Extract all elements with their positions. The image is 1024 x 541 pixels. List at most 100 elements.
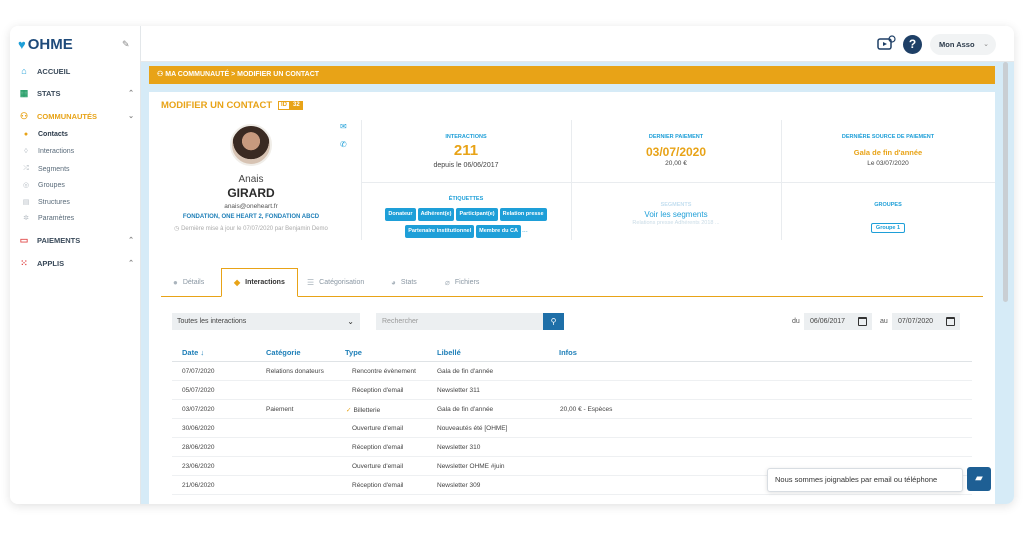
tab-label: Stats xyxy=(400,279,417,286)
tab-details[interactable]: ● Détails xyxy=(161,268,216,297)
sidebar-sub-label: Segments xyxy=(38,165,70,173)
cell-date: 28/06/2020 xyxy=(182,444,215,451)
id-badge: ID 32 xyxy=(278,101,303,110)
cell-date: 23/06/2020 xyxy=(182,463,215,470)
chat-button[interactable]: ▰ xyxy=(967,467,991,491)
chevron-down-icon: ⌄ xyxy=(128,113,134,120)
tags-more[interactable]: ... xyxy=(522,227,528,234)
chevron-down-icon: ⌄ xyxy=(983,41,989,48)
tags-list: Donateur Adhérent(e) Participant(e) Relatio… xyxy=(365,205,567,239)
cell-date: 21/06/2020 xyxy=(182,482,215,489)
account-menu[interactable]: Mon Asso ⌄ xyxy=(930,34,996,55)
table-row[interactable]: 03/07/2020 Paiement ✓ Billetterie Gala de… xyxy=(172,400,972,419)
contact-email: anais@oneheart.fr xyxy=(224,203,278,210)
card-icon: ▭ xyxy=(19,235,29,245)
sidebar-item-applis[interactable]: ⁙ APPLIS ⌃ xyxy=(18,258,134,268)
scrollbar[interactable] xyxy=(1003,62,1008,302)
cell-date: 03/07/2020 xyxy=(182,406,215,413)
sidebar: ♥ OHME ✎ ⌂ ACCUEIL ▦ STATS ⌃ ⚇ COMMUNAUTÉS ⌄ ●… xyxy=(10,26,141,504)
interaction-type-select[interactable]: Toutes les interactions ⌄ xyxy=(172,313,360,330)
group-tag[interactable]: Groupe 1 xyxy=(870,223,906,233)
tag[interactable]: Adhérent(e) xyxy=(417,208,455,221)
sidebar-item-communautes[interactable]: ⚇ COMMUNAUTÉS ⌄ xyxy=(18,111,134,121)
search-button[interactable]: ⚲ xyxy=(543,313,564,330)
calendar-icon[interactable] xyxy=(858,317,867,326)
sidebar-sub-structures[interactable]: ▤ Structures xyxy=(22,198,70,207)
cell-type: Réception d'email xyxy=(352,387,404,394)
tab-label: Détails xyxy=(182,279,205,286)
sidebar-item-label: STATS xyxy=(37,88,61,98)
cell-type-text: Billetterie xyxy=(353,407,381,414)
search-input[interactable]: Rechercher xyxy=(376,313,543,330)
tag[interactable]: Membre du CA xyxy=(476,225,521,238)
video-help-icon[interactable] xyxy=(876,34,896,54)
tag[interactable]: Partenaire institutionnel xyxy=(405,225,475,238)
breadcrumb-text: MA COMMUNAUTÉ > MODIFIER UN CONTACT xyxy=(165,71,320,78)
id-label: ID xyxy=(278,101,290,110)
chevron-up-icon: ⌃ xyxy=(128,260,134,267)
date-from-field[interactable]: 06/06/2017 xyxy=(804,313,872,330)
contact-orgs[interactable]: FONDATION, ONE HEART 2, FONDATION ABCD xyxy=(149,214,353,220)
account-name: Mon Asso xyxy=(939,40,975,49)
help-button[interactable]: ? xyxy=(903,35,922,54)
sidebar-item-stats[interactable]: ▦ STATS ⌃ xyxy=(18,88,134,98)
mail-icon[interactable]: ✉ xyxy=(340,122,350,132)
see-segments-link[interactable]: Voir les segments xyxy=(571,210,781,219)
page-title: MODIFIER UN CONTACT xyxy=(161,100,273,111)
sidebar-sub-interactions[interactable]: ◊ Interactions xyxy=(22,148,74,155)
table-row[interactable]: 30/06/2020 Ouverture d'email Nouveautés … xyxy=(172,419,972,438)
groups-icon: ◎ xyxy=(22,182,30,189)
logo[interactable]: ♥ OHME xyxy=(18,36,73,53)
table-row[interactable]: 07/07/2020 Relations donateurs Rencontre… xyxy=(172,362,972,381)
tag[interactable]: Participant(e) xyxy=(456,208,498,221)
cell-label: Newsletter 311 xyxy=(437,387,480,394)
table-header-row xyxy=(172,341,972,362)
groups-title: GROUPES xyxy=(874,202,902,208)
user-icon: ● xyxy=(173,278,178,287)
cell-date: 05/07/2020 xyxy=(182,387,215,394)
tab-interactions[interactable]: ◆ Interactions xyxy=(221,268,298,297)
phone-icon[interactable]: ✆ xyxy=(340,140,350,150)
chevron-up-icon: ⌃ xyxy=(128,90,134,97)
tab-categorisation[interactable]: ☰ Catégorisation xyxy=(295,268,376,297)
last-payment-label: DERNIER PAIEMENT xyxy=(648,134,704,140)
sidebar-sub-parametres[interactable]: ✲ Paramètres xyxy=(22,214,74,223)
tab-label: Interactions xyxy=(245,279,285,286)
table-row[interactable]: 28/06/2020 Réception d'email Newsletter … xyxy=(172,438,972,457)
sidebar-sub-label: Interactions xyxy=(38,148,75,155)
sidebar-sub-label: Structures xyxy=(38,198,70,206)
tab-fichiers[interactable]: ⌀ Fichiers xyxy=(433,268,491,297)
sidebar-item-accueil[interactable]: ⌂ ACCUEIL xyxy=(18,66,134,76)
search-icon: ⚲ xyxy=(550,317,557,326)
tab-stats[interactable]: ◕ Stats xyxy=(379,268,429,297)
shuffle-icon: ⤮ xyxy=(23,165,29,172)
app-window: ♥ OHME ✎ ⌂ ACCUEIL ▦ STATS ⌃ ⚇ COMMUNAUTÉS ⌄ ●… xyxy=(10,26,1014,504)
date-to-field[interactable]: 07/07/2020 xyxy=(892,313,960,330)
tag[interactable]: Relation presse xyxy=(499,208,547,221)
tag[interactable]: Donateur xyxy=(385,208,416,221)
sidebar-sub-groupes[interactable]: ◎ Groupes xyxy=(22,181,65,190)
interactions-since: depuis le 06/06/2017 xyxy=(433,162,499,169)
sidebar-sub-contacts[interactable]: ● Contacts xyxy=(22,131,68,138)
apps-grid-icon: ⁙ xyxy=(20,258,28,268)
table-row[interactable]: 05/07/2020 Réception d'email Newsletter … xyxy=(172,381,972,400)
select-value: Toutes les interactions xyxy=(177,318,247,325)
pin-icon[interactable]: ✎ xyxy=(122,39,130,50)
search-placeholder: Rechercher xyxy=(382,318,419,325)
cell-date: 30/06/2020 xyxy=(182,425,215,432)
sidebar-item-paiements[interactable]: ▭ PAIEMENTS ⌃ xyxy=(18,235,134,245)
sidebar-item-label: COMMUNAUTÉS xyxy=(37,111,97,121)
contact-panel: MODIFIER UN CONTACT ID 32 ✉ ✆ Anais GIRAR… xyxy=(149,92,995,504)
drop-icon: ◆ xyxy=(234,278,241,287)
avatar xyxy=(230,124,272,166)
labels-title: ÉTIQUETTES xyxy=(448,196,484,202)
last-source-value: Gala de fin d'année xyxy=(853,148,923,157)
pie-icon: ◕ xyxy=(391,278,396,287)
chat-message[interactable]: Nous sommes joignables par email ou télé… xyxy=(767,468,963,492)
cell-type: Réception d'email xyxy=(352,444,404,451)
calendar-icon[interactable] xyxy=(946,317,955,326)
cell-type: Ouverture d'email xyxy=(352,425,404,432)
tabs: ● Détails ◆ Interactions ☰ Catégorisation ◕… xyxy=(161,268,983,297)
sidebar-item-label: PAIEMENTS xyxy=(37,235,81,245)
sidebar-sub-segments[interactable]: ⤮ Segments xyxy=(22,165,70,173)
